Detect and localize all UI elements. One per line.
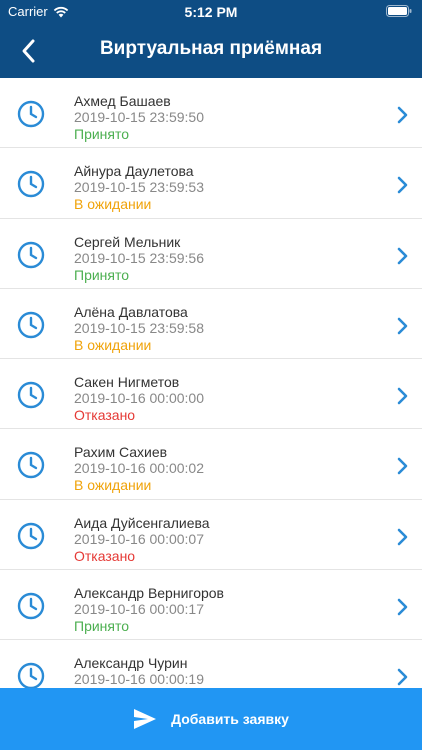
clock-icon	[17, 171, 45, 198]
chevron-right-icon	[397, 598, 408, 616]
request-name: Айнура Даулетова	[74, 163, 194, 180]
request-date: 2019-10-15 23:59:50	[74, 109, 204, 125]
clock-icon	[17, 452, 45, 479]
request-date: 2019-10-16 00:00:07	[74, 530, 204, 547]
request-name: Рахим Сахиев	[74, 444, 168, 461]
request-name: Александр Чурин	[74, 655, 188, 672]
request-name: Аида Дуйсенгалиева	[74, 514, 210, 531]
status-time: 5:12 PM	[184, 4, 238, 20]
battery-icon	[386, 5, 412, 20]
clock-icon	[17, 241, 45, 268]
clock-icon	[17, 311, 45, 339]
chevron-right-icon	[397, 247, 408, 264]
request-date: 2019-10-15 23:59:53	[74, 179, 204, 196]
clock-icon	[17, 592, 45, 620]
clock-icon	[17, 663, 45, 688]
request-status: Принято	[74, 266, 130, 283]
request-row[interactable]: Сергей Мельник 2019-10-15 23:59:56 Приня…	[0, 219, 422, 289]
request-name: Сакен Нигметов	[74, 374, 180, 391]
request-status: В ожидании	[74, 477, 152, 494]
chevron-right-icon	[397, 317, 408, 335]
request-status: В ожидании	[74, 336, 152, 353]
request-row[interactable]: Алёна Давлатова 2019-10-15 23:59:58 В ож…	[0, 289, 422, 360]
request-date: 2019-10-15 23:59:58	[74, 319, 204, 336]
request-date: 2019-10-16 00:00:02	[74, 460, 204, 477]
request-name: Ахмед Башаев	[74, 93, 171, 109]
request-name: Сергей Мельник	[74, 233, 181, 250]
chevron-right-icon	[397, 528, 408, 546]
request-name: Алёна Давлатова	[74, 303, 188, 320]
status-bar: Carrier 5:12 PM	[0, 0, 422, 22]
add-request-label: Добавить заявку	[171, 711, 289, 727]
clock-icon	[17, 381, 45, 409]
request-status: Отказано	[74, 407, 136, 424]
add-request-button[interactable]: Добавить заявку	[0, 688, 422, 750]
page-title: Виртуальная приёмная	[99, 38, 323, 59]
request-status: Отказано	[74, 547, 136, 564]
clock-icon	[17, 522, 45, 549]
nav-bar: Виртуальная приёмная	[0, 22, 422, 78]
request-status: Принято	[74, 126, 130, 142]
request-row[interactable]: Александр Вернигоров 2019-10-16 00:00:17…	[0, 570, 422, 641]
request-row[interactable]: Рахим Сахиев 2019-10-16 00:00:02 В ожида…	[0, 429, 422, 500]
chevron-right-icon	[397, 458, 408, 475]
request-status: Принято	[74, 618, 130, 635]
clock-icon	[17, 100, 45, 128]
send-icon	[134, 709, 157, 729]
request-name: Александр Вернигоров	[74, 585, 224, 602]
request-date: 2019-10-16 00:00:17	[74, 601, 204, 618]
request-row[interactable]: Александр Чурин 2019-10-16 00:00:19	[0, 640, 422, 688]
request-date: 2019-10-15 23:59:56	[74, 249, 204, 266]
request-row[interactable]: Аида Дуйсенгалиева 2019-10-16 00:00:07 О…	[0, 500, 422, 571]
request-row[interactable]: Ахмед Башаев 2019-10-15 23:59:50 Принято	[0, 78, 422, 149]
request-row[interactable]: Айнура Даулетова 2019-10-15 23:59:53 В о…	[0, 148, 422, 219]
request-date: 2019-10-16 00:00:00	[74, 390, 204, 407]
chevron-right-icon	[397, 669, 408, 686]
request-date: 2019-10-16 00:00:19	[74, 671, 204, 688]
requests-list: Ахмед Башаев 2019-10-15 23:59:50 Принято…	[0, 78, 422, 688]
request-row[interactable]: Сакен Нигметов 2019-10-16 00:00:00 Отказ…	[0, 359, 422, 430]
app-header: Carrier 5:12 PM Виртуальная приёмная	[0, 0, 422, 78]
request-status: В ожидании	[74, 196, 152, 213]
chevron-right-icon	[397, 176, 408, 194]
chevron-right-icon	[397, 387, 408, 405]
chevron-right-icon	[397, 106, 408, 124]
